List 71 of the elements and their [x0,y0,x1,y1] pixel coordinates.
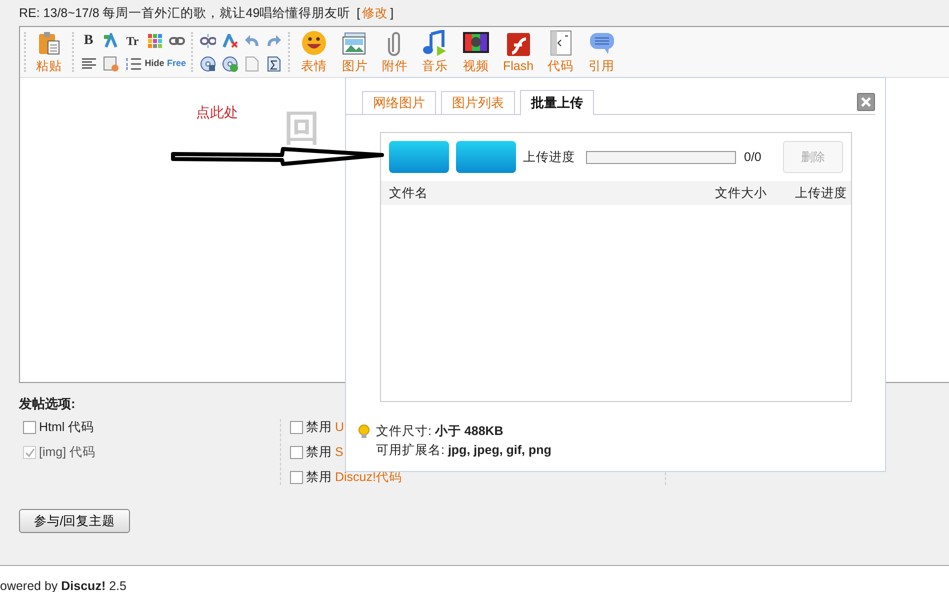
font-color-tool[interactable] [101,31,120,50]
clipboard-icon [36,30,62,56]
list-icon [124,56,140,70]
disc-icon [200,56,216,72]
upload-button[interactable] [456,141,516,173]
font-color-icon [102,32,118,48]
post-title: RE: 13/8~17/8 每周一首外汇的歌，就让49唱给懂得朋友听 [19,4,351,22]
disc-play-tool[interactable] [220,54,239,73]
music-insert-button[interactable]: 音乐 [416,30,454,74]
close-button[interactable] [857,93,875,111]
free-tool[interactable]: Free [167,54,186,73]
smiley-icon [300,30,328,56]
tip-text: 文件尺寸: 小于 488KB [376,423,504,440]
hide-tool[interactable]: Hide [145,54,164,73]
image-insert-button[interactable]: 图片 [336,30,374,74]
clear-format-tool[interactable] [220,31,239,50]
annotation-text: 点此处 [196,104,238,122]
code-link[interactable]: U [335,420,344,434]
disc-tool[interactable] [198,54,217,73]
checkbox-label: 禁用 [306,418,332,436]
progress-label: 上传进度 [523,148,575,166]
clip-icon [388,30,402,56]
checkbox[interactable] [290,446,303,458]
dialog-tab[interactable]: 图片列表 [441,91,515,114]
dialog-tab[interactable]: 批量上传 [520,90,594,115]
checkbox-label: Html 代码 [39,418,94,436]
options-title: 发帖选项: [19,395,76,413]
column-header: 上传进度 [795,184,847,202]
checkbox-label: [img] 代码 [39,444,96,460]
checkbox[interactable] [23,420,36,434]
checkbox-label: 禁用 [306,468,332,486]
paste-button[interactable]: 粘贴 [31,30,67,74]
bracket-text: ] [390,6,394,20]
undo-icon [244,34,258,46]
unlink-icon [200,34,216,48]
checkbox-label: 禁用 [306,444,332,460]
document-icon [102,56,118,72]
flash-insert-button[interactable]: Flash [498,31,539,73]
tv-icon [462,30,490,56]
tip-text: 可用扩展名: jpg, jpeg, gif, png [376,442,552,459]
column-header: 文件名 [389,184,429,202]
color-grid-icon [148,34,162,48]
font-size-tool[interactable]: Tr [123,31,142,50]
color-grid-tool[interactable] [145,31,164,50]
link-icon [168,34,184,46]
code-insert-button[interactable]: 代码 [542,30,580,74]
quote-insert-button[interactable]: 引用 [582,30,621,74]
bold-tool[interactable]: B [79,31,98,50]
bracket-text: [ [356,6,360,20]
tv-insert-button[interactable]: 视频 [457,30,495,74]
align-icon [82,58,96,70]
smiley-insert-button[interactable]: 表情 [295,30,333,74]
clear-format-icon [222,34,238,48]
clip-insert-button[interactable]: 附件 [377,30,413,74]
checkbox[interactable] [290,420,303,434]
progress-count: 0/0 [744,150,762,164]
sigma-icon [266,56,280,72]
unlink-tool[interactable] [198,31,217,50]
close-icon [861,97,871,107]
redo-icon [266,34,280,46]
reply-button[interactable]: 参与/回复主题 [19,509,130,533]
disc-icon [222,56,238,72]
dialog-tab[interactable]: 网络图片 [362,91,436,114]
code-link[interactable]: S [335,445,344,459]
checkbox[interactable] [290,470,303,484]
column-header: 文件大小 [715,184,768,202]
select-files-button[interactable] [389,141,449,173]
lightbulb-icon [358,424,370,439]
flash-icon [504,31,532,57]
page-icon [244,56,258,72]
edit-link[interactable]: 修改 [362,4,388,22]
